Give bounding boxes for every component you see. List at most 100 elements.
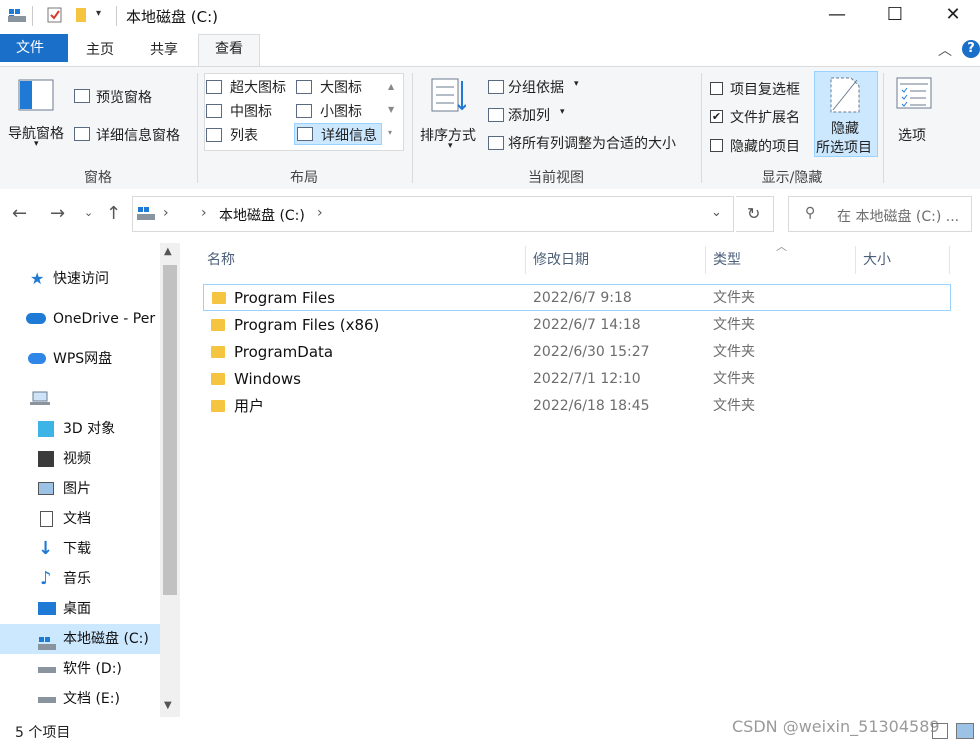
folder-icon [211, 319, 225, 331]
nav-documents[interactable]: 文档 [0, 504, 160, 534]
address-bar[interactable]: › › 本地磁盘 (C:) › ⌄ [132, 196, 734, 232]
nav-music[interactable]: ♪ 音乐 [0, 564, 160, 594]
picture-icon [38, 482, 54, 495]
folder-icon [212, 292, 226, 304]
nav-onedrive[interactable]: OneDrive - Per [0, 304, 160, 334]
recent-locations-button[interactable]: ⌄ [84, 206, 93, 219]
item-checkboxes-checkbox[interactable] [710, 82, 723, 95]
nav-pictures[interactable]: 图片 [0, 474, 160, 504]
properties-quick-icon[interactable] [46, 6, 64, 24]
column-header-type[interactable]: 类型 [713, 243, 741, 277]
address-dropdown-icon[interactable]: ⌄ [711, 205, 722, 220]
column-header-modified[interactable]: 修改日期 [533, 243, 589, 277]
nav-3d-objects[interactable]: 3D 对象 [0, 414, 160, 444]
group-label-layout: 布局 [290, 170, 318, 186]
tab-share[interactable]: 共享 [134, 36, 194, 64]
document-icon [40, 511, 53, 527]
drive-icon [137, 206, 155, 226]
breadcrumb-local-disk[interactable]: 本地磁盘 (C:) [219, 205, 305, 225]
close-button[interactable]: ✕ [924, 0, 980, 32]
large-icons-view-icon[interactable] [956, 723, 974, 739]
layout-details[interactable]: 详细信息 [294, 123, 382, 145]
options-button[interactable]: 选项 [892, 75, 938, 145]
dropdown-arrow-icon: ▾ [574, 79, 579, 89]
group-label-pane: 窗格 [84, 170, 112, 186]
watermark: CSDN @weixin_51304589 [732, 717, 940, 736]
nav-wps[interactable]: WPS网盘 [0, 344, 160, 374]
search-icon: ⚲ [805, 205, 816, 221]
file-row[interactable]: Program Files 2022/6/7 9:18 文件夹 [203, 284, 951, 311]
cube-icon [38, 421, 54, 437]
nav-videos[interactable]: 视频 [0, 444, 160, 474]
nav-desktop[interactable]: 桌面 [0, 594, 160, 624]
breadcrumb-chevron-icon[interactable]: › [163, 205, 169, 221]
extra-large-icons-icon [206, 80, 222, 94]
group-label-current-view: 当前视图 [528, 170, 584, 186]
drive-icon [8, 8, 26, 24]
details-view-icon[interactable] [932, 723, 948, 739]
file-row[interactable]: Windows 2022/7/1 12:10 文件夹 [203, 366, 951, 393]
layout-scroll-icon[interactable]: ▲ ▼ ▾ [388, 75, 394, 144]
music-icon: ♪ [40, 568, 52, 589]
star-icon: ★ [30, 269, 45, 288]
column-header-size[interactable]: 大小 [863, 243, 891, 277]
group-label-show-hide: 显示/隐藏 [761, 170, 823, 186]
dropdown-arrow-icon: ▾ [34, 139, 39, 149]
file-extensions-checkbox[interactable]: ✔ [710, 110, 723, 123]
help-icon[interactable]: ? [962, 40, 980, 58]
search-input[interactable]: ⚲ 在 本地磁盘 (C:) ... [788, 196, 972, 232]
item-count: 5 个项目 [15, 725, 71, 741]
column-header-name[interactable]: 名称 [207, 243, 235, 277]
folder-icon [211, 400, 225, 412]
nav-quick-access[interactable]: ★ 快速访问 [0, 264, 160, 294]
file-row[interactable]: Program Files (x86) 2022/6/7 14:18 文件夹 [203, 312, 951, 339]
medium-icons-icon [206, 104, 222, 118]
new-folder-quick-icon[interactable] [72, 6, 90, 24]
nav-pane-button[interactable]: 导航窗格 ▾ [8, 73, 66, 153]
customize-quick-access-icon[interactable]: ▾ [96, 8, 101, 19]
ribbon-collapse-icon[interactable]: ︿ [938, 40, 952, 60]
nav-docs-e[interactable]: 文档 (E:) [0, 684, 160, 714]
dropdown-arrow-icon: ▾ [560, 107, 565, 117]
search-placeholder: 在 本地磁盘 (C:) ... [837, 209, 960, 225]
drive-icon [38, 697, 56, 703]
file-row[interactable]: 用户 2022/6/18 18:45 文件夹 [203, 393, 951, 420]
forward-button[interactable]: → [50, 203, 65, 224]
nav-scrollbar-thumb[interactable] [163, 265, 177, 595]
up-button[interactable]: ↑ [106, 203, 121, 224]
maximize-button[interactable]: ☐ [866, 0, 924, 32]
size-columns-icon [488, 136, 504, 150]
nav-software-d[interactable]: 软件 (D:) [0, 654, 160, 684]
options-icon [896, 77, 932, 113]
folder-icon [211, 346, 225, 358]
window-title: 本地磁盘 (C:) [126, 8, 218, 26]
hidden-items-checkbox[interactable] [710, 139, 723, 152]
scroll-up-icon[interactable]: ▲ [164, 246, 172, 257]
sort-indicator-icon: ︿ [776, 240, 787, 253]
hide-selected-icon [829, 76, 861, 118]
breadcrumb-chevron-icon[interactable]: › [317, 205, 323, 221]
small-icons-icon [296, 104, 312, 118]
folder-icon [211, 373, 225, 385]
ribbon-view: 导航窗格 ▾ 预览窗格 详细信息窗格 窗格 超大图标 大图标 中图标 小图标 列… [0, 66, 980, 190]
scroll-down-icon[interactable]: ▼ [164, 700, 172, 711]
nav-local-disk-c[interactable]: 本地磁盘 (C:) [0, 624, 160, 654]
tab-file[interactable]: 文件 [0, 34, 68, 62]
drive-icon [38, 632, 56, 654]
breadcrumb-chevron-icon[interactable]: › [201, 205, 207, 221]
tab-home[interactable]: 主页 [70, 36, 130, 64]
hide-selected-button[interactable]: 隐藏 所选项目 [814, 71, 878, 157]
details-icon [297, 127, 313, 141]
refresh-button[interactable]: ↻ [736, 196, 774, 232]
minimize-button[interactable]: — [808, 0, 866, 32]
sort-by-button[interactable]: 排序方式 ▾ [418, 73, 482, 153]
dropdown-arrow-icon: ▾ [448, 141, 453, 151]
nav-downloads[interactable]: ↓ 下载 [0, 534, 160, 564]
tab-view[interactable]: 查看 [198, 34, 260, 67]
this-pc-icon[interactable] [30, 391, 50, 411]
drive-icon [38, 667, 56, 673]
file-row[interactable]: ProgramData 2022/6/30 15:27 文件夹 [203, 339, 951, 366]
navigation-pane: ★ 快速访问 OneDrive - Per WPS网盘 3D 对象 视频 图片 … [0, 243, 180, 717]
wps-cloud-icon [28, 353, 46, 364]
back-button[interactable]: ← [12, 203, 27, 224]
